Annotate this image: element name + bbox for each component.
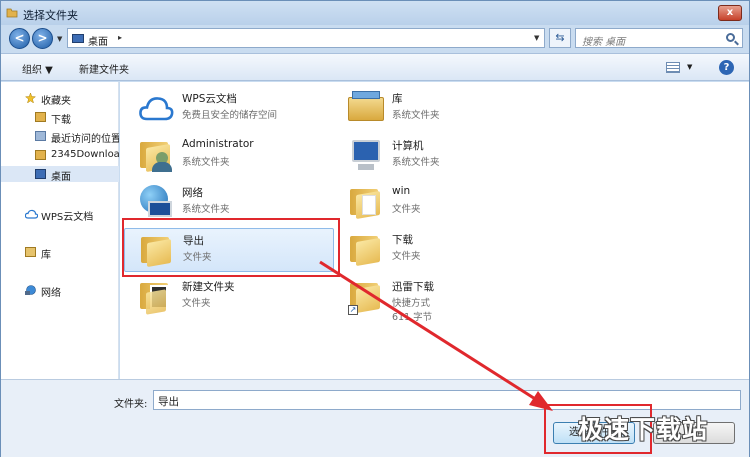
library-icon [348, 91, 384, 125]
command-toolbar: 组织 ▼ 新建文件夹 ▼ ? [1, 53, 749, 81]
highlight-export-folder [122, 218, 340, 277]
file-name: 下载 [392, 234, 413, 246]
file-description: 快捷方式 [392, 298, 431, 309]
user-folder-icon [138, 138, 174, 173]
address-dropdown-icon[interactable]: ▼ [534, 34, 539, 42]
view-dropdown-icon[interactable]: ▼ [687, 63, 692, 71]
new-folder-button[interactable]: 新建文件夹 [79, 61, 129, 76]
file-description: 文件夹 [392, 251, 421, 262]
file-name: 迅雷下载 [392, 281, 434, 293]
dialog-window: 选择文件夹 x < > ▼ 桌面 ▸ ▼ ⇆ 搜索 桌面 组织 ▼ 新建文件夹 … [0, 0, 750, 457]
file-item-download[interactable]: 下载 文件夹 [334, 228, 544, 272]
folder-icon [35, 150, 46, 160]
title-bar: 选择文件夹 x [1, 1, 749, 25]
folder-icon [348, 232, 384, 267]
sidebar-item-label: 2345Downloads [51, 149, 119, 160]
file-description: 系统文件夹 [182, 157, 230, 168]
file-description: 系统文件夹 [182, 204, 230, 215]
refresh-button[interactable]: ⇆ [549, 28, 571, 48]
window-title: 选择文件夹 [23, 9, 78, 22]
network-globe-icon [138, 185, 174, 219]
desktop-icon [72, 34, 84, 43]
navigation-bar: < > ▼ 桌面 ▸ ▼ ⇆ 搜索 桌面 [1, 25, 749, 51]
folder-icon [35, 112, 46, 122]
help-icon[interactable]: ? [719, 60, 734, 75]
file-item-win[interactable]: win 文件夹 [334, 181, 544, 225]
folder-name-value[interactable]: 导出 [158, 394, 179, 409]
recent-places-icon [35, 131, 46, 141]
address-bar[interactable]: 桌面 ▸ ▼ [67, 28, 545, 48]
sidebar-item-label: 最近访问的位置 [51, 134, 119, 144]
file-item-new-folder[interactable]: 新建文件夹 文件夹 [124, 275, 334, 319]
file-item-computer[interactable]: 计算机 系统文件夹 [334, 134, 544, 178]
back-button[interactable]: < [9, 28, 30, 49]
sidebar-item-network[interactable]: 网络 [1, 282, 119, 298]
file-description: 系统文件夹 [392, 110, 440, 121]
sidebar-item-downloads[interactable]: 下载 [1, 109, 119, 125]
folder-name-input[interactable]: 导出 [153, 390, 741, 410]
watermark-text: 极速下载站 [578, 415, 709, 444]
organize-menu[interactable]: 组织 ▼ [22, 61, 53, 76]
file-description: 文件夹 [182, 298, 211, 309]
library-icon [25, 247, 36, 257]
file-name: WPS云文档 [182, 93, 237, 105]
file-name: 新建文件夹 [182, 281, 235, 293]
folder-field-label: 文件夹: [114, 399, 148, 410]
sidebar-item-label: 网络 [41, 288, 61, 298]
search-icon[interactable] [726, 33, 735, 42]
folder-app-icon [6, 8, 18, 18]
recent-pages-dropdown-icon[interactable]: ▼ [57, 35, 62, 43]
wps-cloud-icon [139, 97, 174, 121]
search-box[interactable]: 搜索 桌面 [575, 28, 743, 48]
sidebar-item-wps-cloud[interactable]: WPS云文档 [1, 206, 119, 222]
sidebar-item-desktop[interactable]: 桌面 [1, 166, 119, 182]
navigation-pane: 收藏夹 下载 最近访问的位置 2345Downloads 桌面 WPS云文档 库 [1, 82, 119, 379]
file-size: 611 字节 [392, 312, 433, 323]
folder-with-document-icon [138, 279, 174, 315]
path-chevron-icon[interactable]: ▸ [118, 33, 122, 42]
file-item-wps-cloud[interactable]: WPS云文档 免费且安全的储存空间 [124, 87, 334, 131]
desktop-icon [35, 169, 46, 179]
sidebar-item-label: 下载 [51, 115, 71, 125]
sidebar-item-label: 桌面 [51, 172, 71, 182]
file-description: 文件夹 [392, 204, 421, 215]
close-button[interactable]: x [718, 5, 742, 21]
sidebar-item-favorites[interactable]: 收藏夹 [1, 90, 119, 106]
file-description: 免费且安全的储存空间 [182, 110, 278, 121]
sidebar-item-label: WPS云文档 [41, 212, 94, 222]
file-item-library[interactable]: 库 系统文件夹 [334, 87, 544, 131]
computer-icon [348, 138, 384, 172]
address-path[interactable]: 桌面 [88, 33, 108, 48]
cloud-icon [25, 209, 38, 219]
view-options-icon[interactable] [666, 62, 680, 73]
star-icon [25, 93, 36, 103]
file-name: win [392, 185, 411, 197]
folder-icon [348, 185, 384, 220]
file-name: 网络 [182, 187, 203, 199]
forward-button[interactable]: > [32, 28, 53, 49]
sidebar-item-recent-places[interactable]: 最近访问的位置 [1, 128, 119, 144]
file-item-xunlei-download[interactable]: ↗ 迅雷下载 快捷方式 611 字节 [334, 275, 544, 323]
network-icon [25, 285, 36, 295]
sidebar-item-library[interactable]: 库 [1, 244, 119, 260]
sidebar-item-label: 收藏夹 [41, 96, 71, 106]
file-description: 系统文件夹 [392, 157, 440, 168]
sidebar-item-2345downloads[interactable]: 2345Downloads [1, 147, 119, 163]
shortcut-folder-icon: ↗ [348, 279, 384, 315]
search-placeholder: 搜索 桌面 [582, 37, 626, 48]
sidebar-item-label: 库 [41, 250, 51, 260]
file-name: Administrator [182, 138, 254, 150]
file-name: 计算机 [392, 140, 424, 152]
file-item-administrator[interactable]: Administrator 系统文件夹 [124, 134, 334, 178]
file-name: 库 [392, 93, 403, 105]
